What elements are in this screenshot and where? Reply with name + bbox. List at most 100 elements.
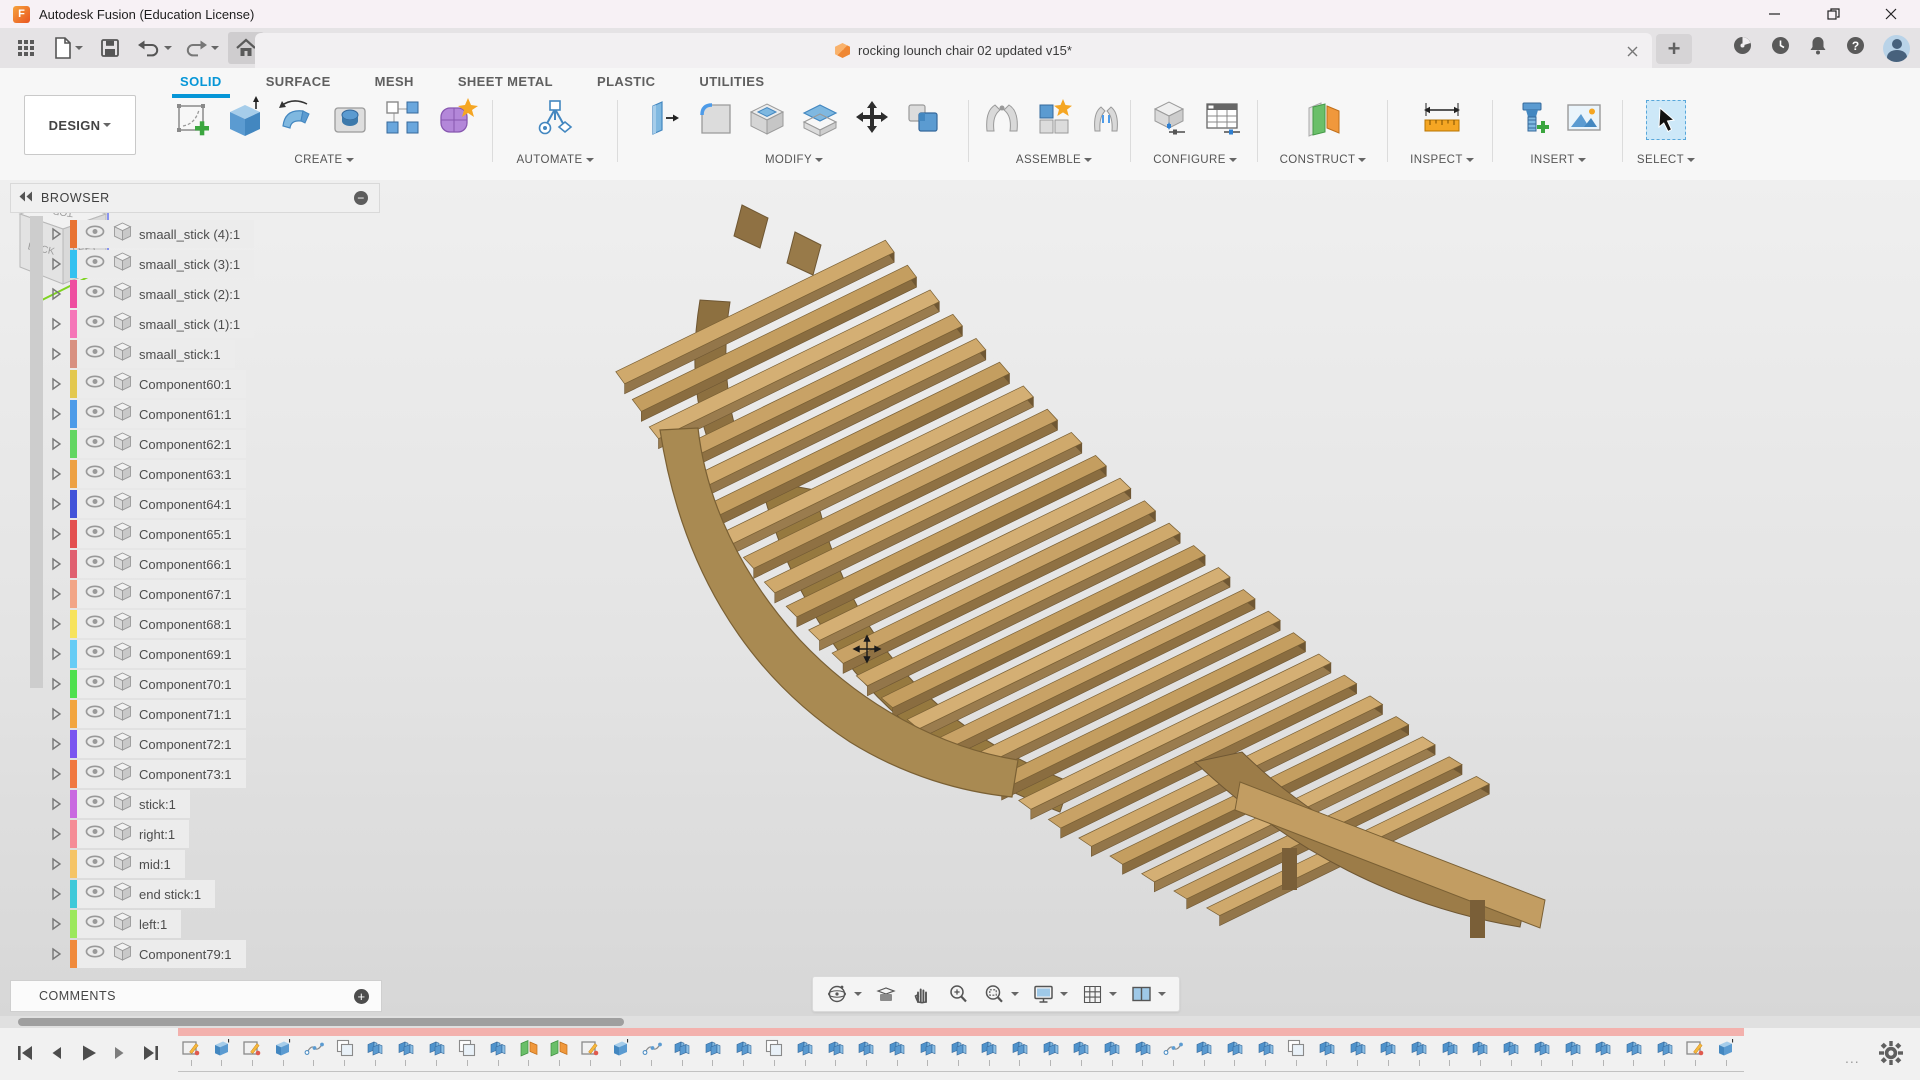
- new-tab-button[interactable]: +: [1656, 34, 1692, 64]
- extensions-icon[interactable]: [1732, 35, 1753, 61]
- shell-icon[interactable]: [745, 96, 789, 145]
- timeline-feature-move-icon[interactable]: [1437, 1038, 1463, 1066]
- revolve-icon[interactable]: [275, 96, 319, 145]
- expand-arrow-icon[interactable]: [48, 286, 64, 302]
- timeline-feature-sketch-icon[interactable]: [577, 1038, 603, 1066]
- timeline-feature-move-icon[interactable]: [362, 1038, 388, 1066]
- expand-arrow-icon[interactable]: [48, 826, 64, 842]
- component-label[interactable]: Component70:1: [139, 677, 232, 692]
- timeline-feature-move-icon[interactable]: [393, 1038, 419, 1066]
- timeline-feature-move-icon[interactable]: [1406, 1038, 1432, 1066]
- component-label[interactable]: Component67:1: [139, 587, 232, 602]
- component-label[interactable]: Component63:1: [139, 467, 232, 482]
- select-tool-icon[interactable]: [1646, 100, 1686, 140]
- press-pull-icon[interactable]: [643, 97, 685, 144]
- timeline-feature-move-icon[interactable]: [946, 1038, 972, 1066]
- browser-item[interactable]: Component65:1: [48, 520, 380, 548]
- expand-arrow-icon[interactable]: [48, 796, 64, 812]
- timeline-feature-move-icon[interactable]: [1253, 1038, 1279, 1066]
- component-label[interactable]: mid:1: [139, 857, 171, 872]
- user-avatar[interactable]: [1883, 35, 1910, 62]
- visibility-eye-icon[interactable]: [84, 223, 113, 245]
- timeline-feature-spline-icon[interactable]: [301, 1038, 327, 1066]
- timeline-feature-move-icon[interactable]: [853, 1038, 879, 1066]
- visibility-eye-icon[interactable]: [84, 643, 113, 665]
- browser-item[interactable]: Component73:1: [48, 760, 380, 788]
- expand-arrow-icon[interactable]: [48, 556, 64, 572]
- grid-settings-tool[interactable]: [1078, 981, 1120, 1008]
- browser-item[interactable]: Component67:1: [48, 580, 380, 608]
- timeline-feature-move-icon[interactable]: [1314, 1038, 1340, 1066]
- component-label[interactable]: smaall_stick (3):1: [139, 257, 240, 272]
- visibility-eye-icon[interactable]: [84, 883, 113, 905]
- timeline-feature-sketch-icon[interactable]: [1682, 1038, 1708, 1066]
- timeline-feature-spline-icon[interactable]: [639, 1038, 665, 1066]
- timeline-overflow[interactable]: ...: [1845, 1050, 1860, 1066]
- timeline-feature-move-icon[interactable]: [1099, 1038, 1125, 1066]
- extrude-icon[interactable]: [222, 96, 266, 145]
- component-label[interactable]: Component65:1: [139, 527, 232, 542]
- close-button[interactable]: [1862, 0, 1920, 28]
- add-comment-icon[interactable]: +: [354, 989, 369, 1004]
- browser-item[interactable]: smaall_stick (2):1: [48, 280, 380, 308]
- timeline-feature-extrude-icon[interactable]: [270, 1038, 296, 1066]
- expand-arrow-icon[interactable]: [48, 346, 64, 362]
- expand-arrow-icon[interactable]: [48, 766, 64, 782]
- browser-item[interactable]: right:1: [48, 820, 380, 848]
- visibility-eye-icon[interactable]: [84, 763, 113, 785]
- timeline-feature-move-icon[interactable]: [1529, 1038, 1555, 1066]
- step-back-button[interactable]: [43, 1040, 70, 1066]
- browser-scrollbar[interactable]: [30, 216, 43, 688]
- browser-item[interactable]: Component60:1: [48, 370, 380, 398]
- visibility-eye-icon[interactable]: [84, 733, 113, 755]
- timeline-feature-move-icon[interactable]: [1222, 1038, 1248, 1066]
- group-label-assemble[interactable]: ASSEMBLE: [1016, 154, 1092, 166]
- pan-tool[interactable]: [908, 981, 937, 1008]
- minimize-button[interactable]: [1746, 0, 1804, 28]
- expand-arrow-icon[interactable]: [48, 526, 64, 542]
- component-label[interactable]: Component64:1: [139, 497, 232, 512]
- play-button[interactable]: [74, 1040, 101, 1066]
- notifications-bell-icon[interactable]: [1808, 35, 1828, 61]
- job-status-clock-icon[interactable]: [1770, 35, 1791, 61]
- timeline-feature-move-icon[interactable]: [1007, 1038, 1033, 1066]
- timeline-feature-move-icon[interactable]: [1560, 1038, 1586, 1066]
- expand-arrow-icon[interactable]: [48, 946, 64, 962]
- expand-arrow-icon[interactable]: [48, 886, 64, 902]
- ribbon-tab-sheet-metal[interactable]: SHEET METAL: [454, 71, 557, 95]
- timeline-feature-move-icon[interactable]: [485, 1038, 511, 1066]
- timeline-feature-sketch-icon[interactable]: [239, 1038, 265, 1066]
- timeline-feature-move-icon[interactable]: [424, 1038, 450, 1066]
- browser-item[interactable]: Component71:1: [48, 700, 380, 728]
- timeline-feature-move-icon[interactable]: [669, 1038, 695, 1066]
- visibility-eye-icon[interactable]: [84, 433, 113, 455]
- expand-arrow-icon[interactable]: [48, 676, 64, 692]
- browser-item[interactable]: smaall_stick (3):1: [48, 250, 380, 278]
- visibility-eye-icon[interactable]: [84, 283, 113, 305]
- rigid-group-icon[interactable]: [1085, 97, 1127, 144]
- orbit-tool[interactable]: [823, 981, 865, 1008]
- timeline-feature-move-icon[interactable]: [884, 1038, 910, 1066]
- visibility-eye-icon[interactable]: [84, 583, 113, 605]
- comments-bar[interactable]: COMMENTS +: [10, 980, 382, 1012]
- visibility-eye-icon[interactable]: [84, 793, 113, 815]
- browser-item[interactable]: Component63:1: [48, 460, 380, 488]
- component-label[interactable]: Component61:1: [139, 407, 232, 422]
- create-sketch-icon[interactable]: [171, 97, 213, 144]
- component-label[interactable]: smaall_stick:1: [139, 347, 221, 362]
- app-grid-icon[interactable]: [8, 32, 44, 64]
- construct-plane-icon[interactable]: [1301, 96, 1345, 145]
- expand-arrow-icon[interactable]: [48, 226, 64, 242]
- component-label[interactable]: right:1: [139, 827, 175, 842]
- group-label-create[interactable]: CREATE: [294, 154, 353, 166]
- timeline-feature-move-icon[interactable]: [976, 1038, 1002, 1066]
- browser-item[interactable]: end stick:1: [48, 880, 380, 908]
- group-label-select[interactable]: SELECT: [1637, 154, 1695, 166]
- visibility-eye-icon[interactable]: [84, 523, 113, 545]
- expand-arrow-icon[interactable]: [48, 406, 64, 422]
- component-label[interactable]: Component72:1: [139, 737, 232, 752]
- timeline-feature-plane-icon[interactable]: [516, 1038, 542, 1066]
- timeline-feature-move-icon[interactable]: [1068, 1038, 1094, 1066]
- timeline-feature-move-icon[interactable]: [1590, 1038, 1616, 1066]
- viewports-tool[interactable]: [1127, 981, 1169, 1008]
